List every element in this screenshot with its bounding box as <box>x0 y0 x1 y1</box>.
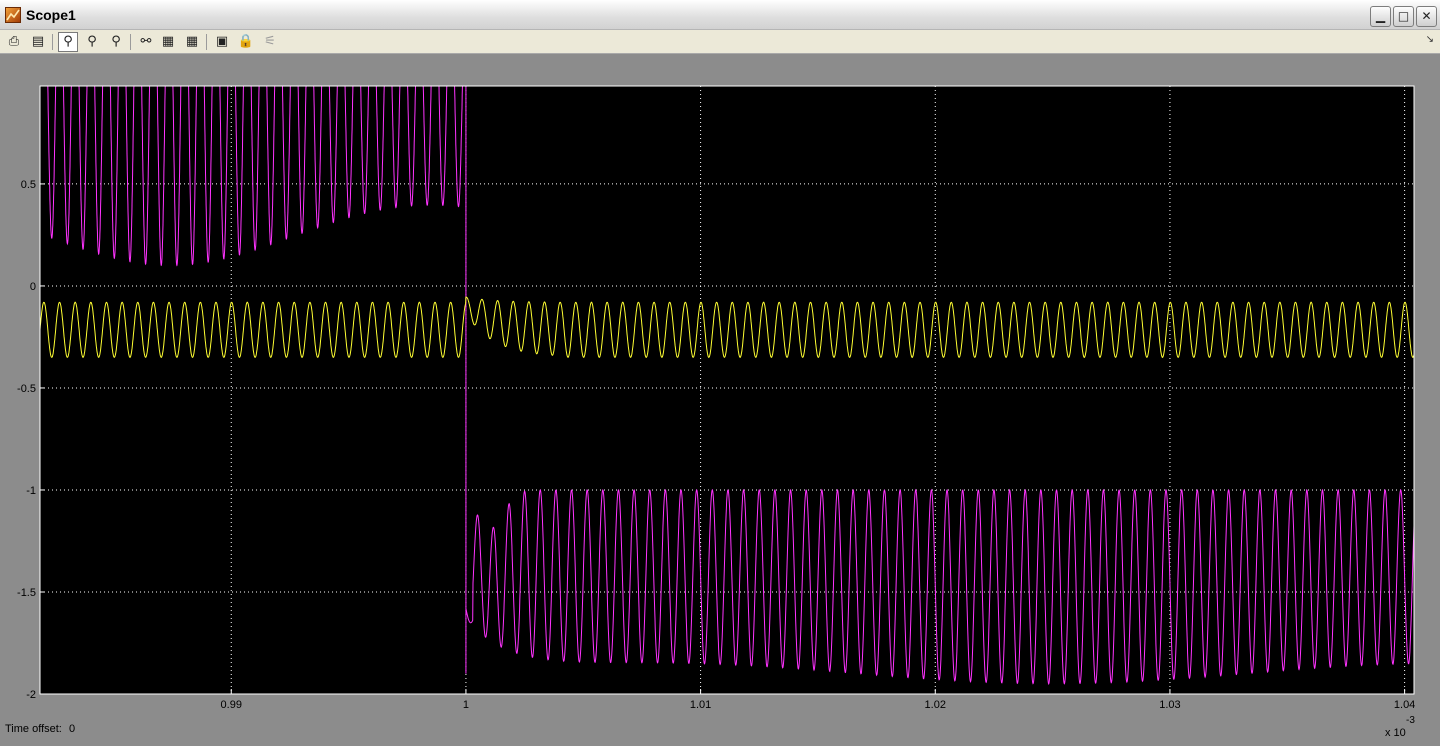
y-tick-label: -0.5 <box>17 383 36 395</box>
minimize-icon: ▁ <box>1375 9 1386 23</box>
toolbar-separator <box>206 34 207 50</box>
y-tick-label: 0.5 <box>21 179 36 191</box>
minimize-button[interactable]: ▁ <box>1370 6 1391 27</box>
x-tick-label: 1.01 <box>690 699 711 711</box>
save-axes-icon[interactable]: ▦ <box>158 32 178 52</box>
print-icon[interactable]: ⎙ <box>4 32 24 52</box>
toolbar-separator <box>130 34 131 50</box>
x-tick-label: 1 <box>463 699 469 711</box>
signal-selection-icon: ⚟ <box>264 34 276 49</box>
maximize-icon: □ <box>1397 9 1410 23</box>
time-offset-label: Time offset: <box>5 723 62 735</box>
autoscale-icon[interactable]: ⚯ <box>136 32 156 52</box>
toolbar: ↘ ⎙ ▤ ⚲ ⚲ ⚲ ⚯ ▦ ▦ ▣ 🔒 ⚟ <box>0 30 1440 54</box>
zoom-y-icon[interactable]: ⚲ <box>106 32 126 52</box>
zoom-icon[interactable]: ⚲ <box>58 32 78 52</box>
restore-axes-icon[interactable]: ▦ <box>182 32 202 52</box>
zoom-x-icon[interactable]: ⚲ <box>82 32 102 52</box>
x-axis-multiplier-exponent: -3 <box>1406 715 1415 726</box>
x-tick-label: 1.04 <box>1394 699 1415 711</box>
toolbar-menu-arrow-icon[interactable]: ↘ <box>1426 34 1434 45</box>
x-tick-label: 0.99 <box>221 699 242 711</box>
scope-app-icon <box>5 7 21 23</box>
time-offset-value: 0 <box>69 723 76 735</box>
scope-plot[interactable]: 0.99 1 1.01 1.02 1.03 1.04 0.5 0 -0.5 -1 -1.5 -2 <box>0 54 1440 723</box>
title-bar[interactable]: Scope1 ▁ □ ✕ <box>0 0 1440 30</box>
close-icon: ✕ <box>1421 9 1432 23</box>
x-tick-label: 1.03 <box>1159 699 1180 711</box>
floating-scope-icon[interactable]: ▣ <box>212 32 232 52</box>
y-tick-label: -1 <box>26 485 36 497</box>
lock-axes-icon: 🔒 <box>237 34 255 49</box>
maximize-button[interactable]: □ <box>1393 6 1414 27</box>
x-axis-multiplier: x 10 <box>1385 727 1406 739</box>
y-tick-label: 0 <box>30 281 36 293</box>
y-tick-label: -1.5 <box>17 587 36 599</box>
x-tick-label: 1.02 <box>925 699 946 711</box>
y-tick-label: -2 <box>26 689 36 701</box>
parameters-icon[interactable]: ▤ <box>28 32 48 52</box>
window-title: Scope1 <box>26 7 76 23</box>
toolbar-separator <box>52 34 53 50</box>
plot-area <box>39 85 1415 695</box>
close-button[interactable]: ✕ <box>1416 6 1437 27</box>
